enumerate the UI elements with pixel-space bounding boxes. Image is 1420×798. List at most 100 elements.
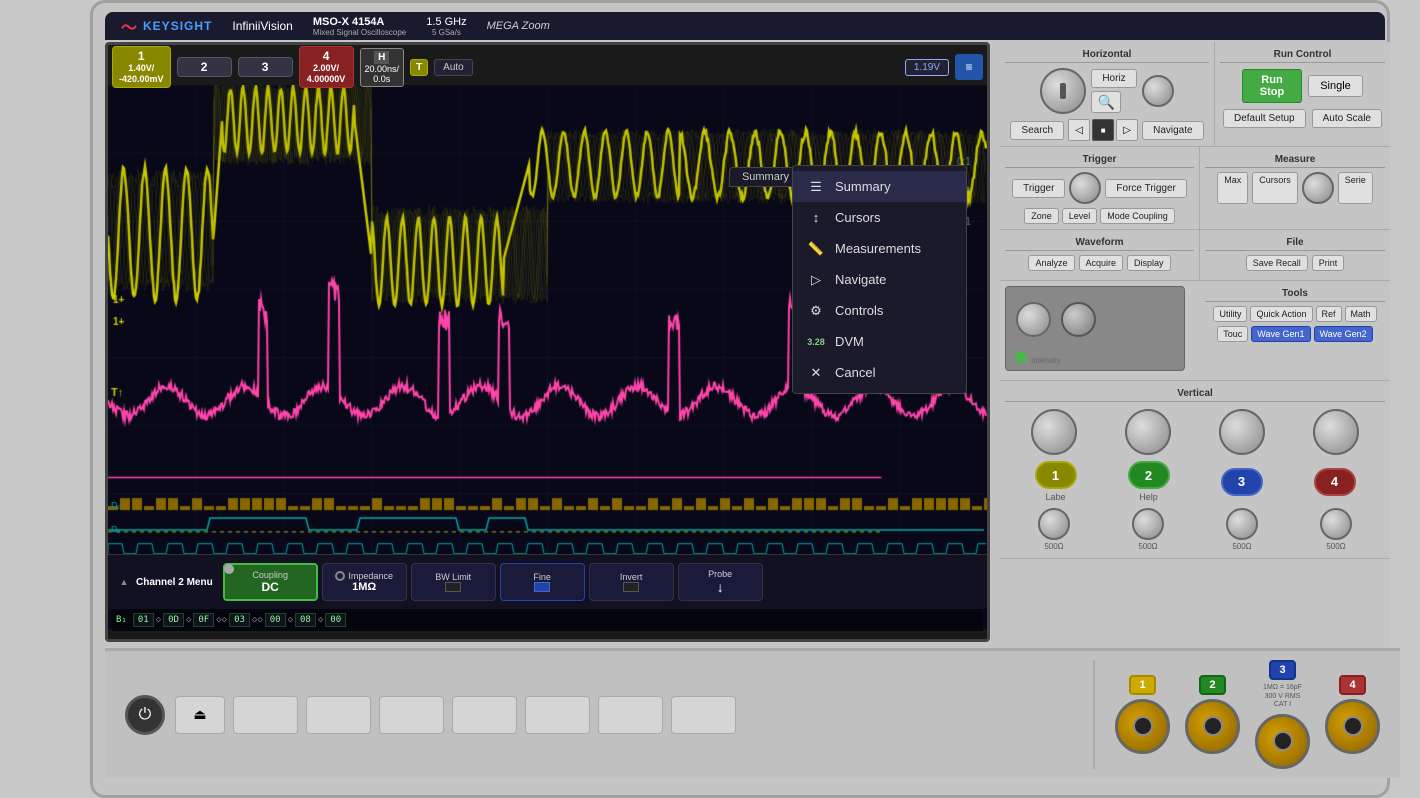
- zoom-icon-button[interactable]: 🔍: [1091, 91, 1121, 113]
- touch-button[interactable]: Touc: [1217, 326, 1248, 342]
- ch1-channel-button[interactable]: 1: [1035, 461, 1077, 489]
- menu-item-controls[interactable]: ⚙ Controls: [793, 295, 966, 326]
- coupling-button[interactable]: Coupling DC: [223, 563, 318, 601]
- ch4-bnc[interactable]: [1325, 699, 1380, 754]
- ch1-label-btn[interactable]: Labe: [1045, 492, 1065, 502]
- hex-val-1: 01: [133, 613, 154, 627]
- menu-item-cancel[interactable]: ✕ Cancel: [793, 357, 966, 388]
- horizontal-main-knob[interactable]: [1040, 68, 1086, 114]
- help-btn[interactable]: Help: [1139, 492, 1158, 502]
- wave-gen1-button[interactable]: Wave Gen1: [1251, 326, 1310, 342]
- menu-item-dvm[interactable]: 3.28 DVM: [793, 326, 966, 357]
- menu-item-summary[interactable]: ☰ Summary: [793, 171, 966, 202]
- quick-action-button[interactable]: Quick Action: [1250, 306, 1312, 322]
- display-box[interactable]: Intensity Clear Display: [1005, 286, 1185, 371]
- invert-button[interactable]: Invert: [589, 563, 674, 601]
- ch1-top-knob[interactable]: [1031, 409, 1077, 455]
- vertical-section-label: Vertical: [1005, 386, 1385, 402]
- softkey-3[interactable]: [379, 696, 444, 734]
- time-offset: 0.0s: [373, 74, 390, 84]
- trigger-button[interactable]: Trigger: [1012, 179, 1065, 198]
- navigate-icon: ▷: [807, 273, 825, 287]
- probe-button[interactable]: Probe ↓: [678, 563, 763, 601]
- channel-4-badge[interactable]: 4 2.00V/ 4.00000V: [299, 46, 354, 88]
- horiz-button[interactable]: Horiz: [1091, 69, 1136, 88]
- bw-limit-checkbox[interactable]: [445, 582, 461, 592]
- softkey-5[interactable]: [525, 696, 590, 734]
- default-setup-button[interactable]: Default Setup: [1223, 109, 1306, 128]
- invert-checkbox[interactable]: [623, 582, 639, 592]
- ch1-fine-knob[interactable]: [1038, 508, 1070, 540]
- measure-knob[interactable]: [1302, 172, 1334, 204]
- ch4-channel-button[interactable]: 4: [1314, 468, 1356, 496]
- meas-max-button[interactable]: Max: [1217, 172, 1248, 204]
- power-button[interactable]: ⏻: [125, 695, 165, 735]
- ch3-channel-button[interactable]: 3: [1221, 468, 1263, 496]
- ch2-fine-knob[interactable]: [1132, 508, 1164, 540]
- nav-right-button[interactable]: ▷: [1116, 119, 1138, 141]
- acquire-button[interactable]: Acquire: [1079, 255, 1124, 271]
- auto-scale-button[interactable]: Auto Scale: [1312, 109, 1382, 128]
- ch2-top-knob[interactable]: [1125, 409, 1171, 455]
- ch2-bnc[interactable]: [1185, 699, 1240, 754]
- display-knob-right[interactable]: [1061, 302, 1096, 337]
- fine-button[interactable]: Fine: [500, 563, 585, 601]
- back-icon[interactable]: ▲: [116, 577, 132, 587]
- summary-icon-button[interactable]: ≡: [955, 54, 983, 80]
- auto-badge[interactable]: Auto: [434, 59, 473, 76]
- channel-1-badge[interactable]: 1 1.40V/ -420.00mV: [112, 46, 171, 88]
- channel-2-badge[interactable]: 2: [177, 57, 232, 77]
- search-button[interactable]: Search: [1010, 121, 1064, 140]
- single-button[interactable]: Single: [1308, 75, 1363, 97]
- menu-label-controls: Controls: [835, 303, 883, 318]
- bw-limit-button[interactable]: BW Limit: [411, 563, 496, 601]
- zone-button[interactable]: Zone: [1024, 208, 1059, 224]
- ch4-top-knob[interactable]: [1313, 409, 1359, 455]
- softkey-2[interactable]: [306, 696, 371, 734]
- wave-gen2-button[interactable]: Wave Gen2: [1314, 326, 1373, 342]
- horizontal-fine-knob[interactable]: [1142, 75, 1174, 107]
- menu-item-measurements[interactable]: 📏 Measurements: [793, 233, 966, 264]
- nav-stop-button[interactable]: ■: [1092, 119, 1114, 141]
- navigate-button[interactable]: Navigate: [1142, 121, 1203, 140]
- eject-button[interactable]: ⏏: [175, 696, 225, 734]
- softkey-6[interactable]: [598, 696, 663, 734]
- right-panel: Horizontal Horiz 🔍: [1000, 42, 1390, 662]
- softkey-1[interactable]: [233, 696, 298, 734]
- model-name: MSO-X 4154A: [313, 16, 406, 28]
- math-button[interactable]: Math: [1345, 306, 1377, 322]
- nav-left-button[interactable]: ◁: [1068, 119, 1090, 141]
- horizontal-badge[interactable]: H 20.00ns/ 0.0s: [360, 48, 405, 87]
- menu-item-cursors[interactable]: ↕ Cursors: [793, 202, 966, 233]
- mode-coupling-button[interactable]: Mode Coupling: [1100, 208, 1175, 224]
- eject-icon: ⏏: [193, 706, 206, 723]
- ref-button[interactable]: Ref: [1316, 306, 1342, 322]
- print-button[interactable]: Print: [1312, 255, 1345, 271]
- save-recall-button[interactable]: Save Recall: [1246, 255, 1308, 271]
- impedance-button[interactable]: Impedance 1MΩ: [322, 563, 407, 601]
- trigger-level-knob[interactable]: [1069, 172, 1101, 204]
- ch4-fine-knob[interactable]: [1320, 508, 1352, 540]
- softkey-7[interactable]: [671, 696, 736, 734]
- analyze-button[interactable]: Analyze: [1028, 255, 1074, 271]
- display-knob-left[interactable]: [1016, 302, 1051, 337]
- ch3-fine-knob[interactable]: [1226, 508, 1258, 540]
- trigger-badge[interactable]: T: [410, 59, 428, 76]
- meas-cursors-button[interactable]: Cursors: [1252, 172, 1298, 204]
- display-button[interactable]: Display: [1127, 255, 1171, 271]
- run-stop-button[interactable]: Run Stop: [1242, 69, 1302, 103]
- menu-label-dvm: DVM: [835, 334, 864, 349]
- series-button[interactable]: Serie: [1338, 172, 1373, 204]
- ch1-bnc[interactable]: [1115, 699, 1170, 754]
- ch3-top-knob[interactable]: [1219, 409, 1265, 455]
- softkey-4[interactable]: [452, 696, 517, 734]
- channel-3-badge[interactable]: 3: [238, 57, 293, 77]
- force-trigger-button[interactable]: Force Trigger: [1105, 179, 1186, 198]
- ch3-bnc[interactable]: [1255, 714, 1310, 769]
- fine-checkbox[interactable]: [534, 582, 550, 592]
- level-button[interactable]: Level: [1062, 208, 1098, 224]
- horizontal-section-label: Horizontal: [1005, 47, 1209, 63]
- ch2-channel-button[interactable]: 2: [1128, 461, 1170, 489]
- menu-item-navigate[interactable]: ▷ Navigate: [793, 264, 966, 295]
- utility-button[interactable]: Utility: [1213, 306, 1247, 322]
